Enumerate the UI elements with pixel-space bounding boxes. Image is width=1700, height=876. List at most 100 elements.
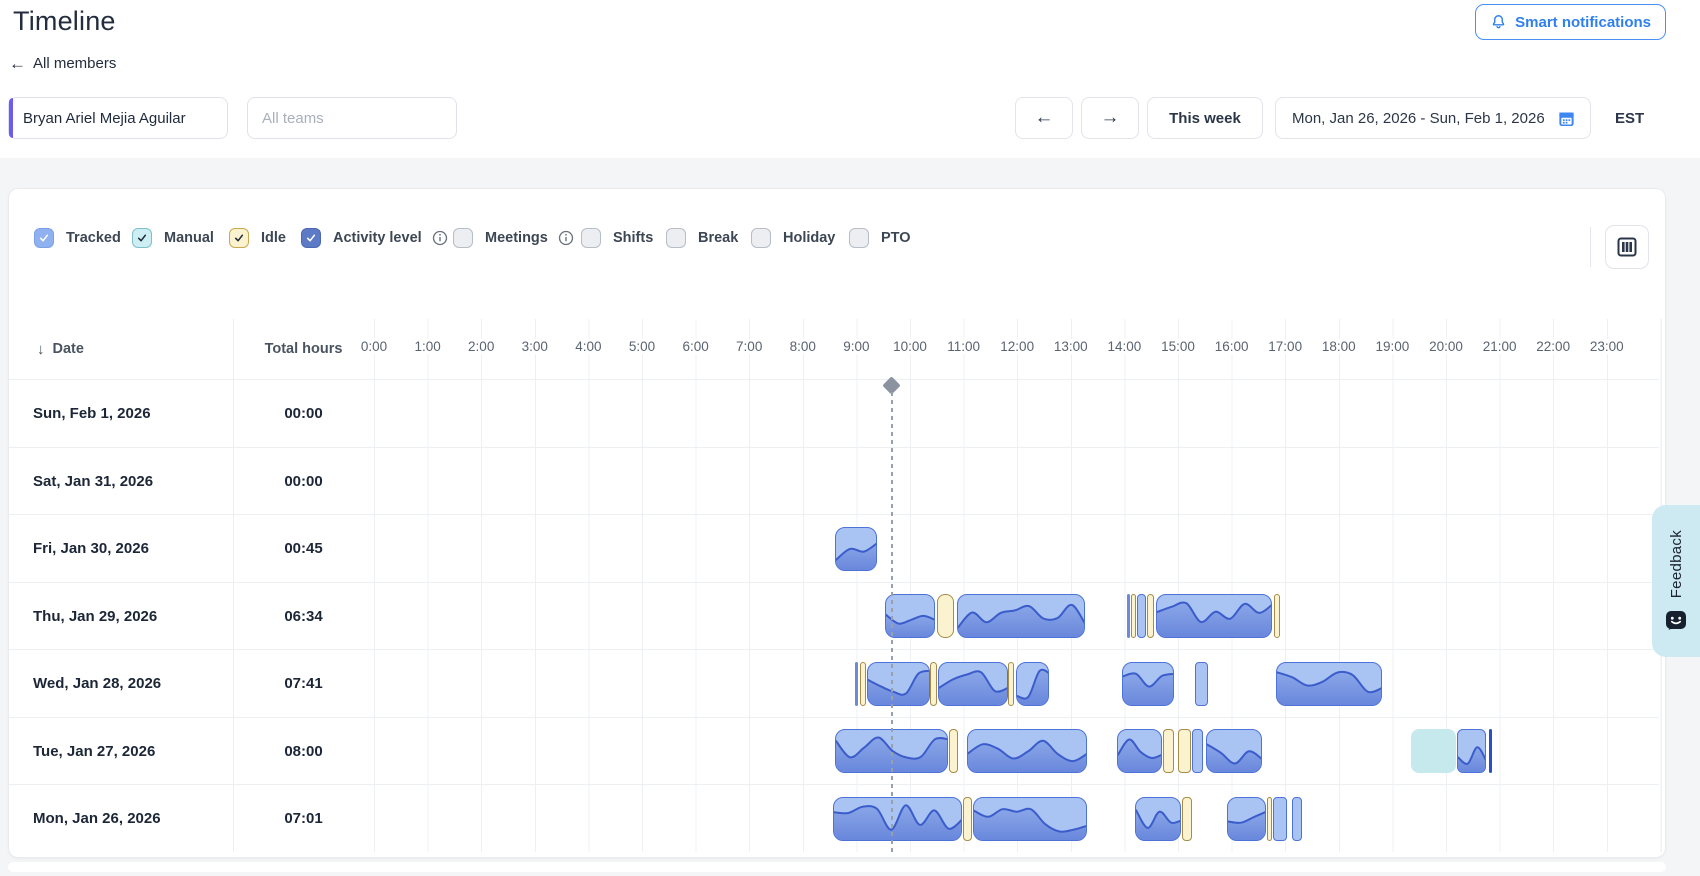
tracked-tick — [1488, 729, 1493, 774]
back-to-all-members-link[interactable]: ← All members — [9, 55, 116, 72]
idle-segment[interactable] — [963, 796, 972, 841]
idle-segment[interactable] — [1267, 796, 1273, 841]
horizontal-scrollbar[interactable] — [8, 862, 1666, 872]
row-date: Thu, Jan 29, 2026 — [33, 607, 158, 625]
tracked-segment[interactable] — [1456, 729, 1486, 774]
feedback-tab[interactable]: Feedback — [1652, 505, 1700, 657]
idle-segment[interactable] — [936, 594, 955, 639]
time-label: 16:00 — [1210, 339, 1253, 354]
tracked-segment[interactable] — [1191, 729, 1203, 774]
smart-notifications-button[interactable]: Smart notifications — [1475, 4, 1666, 40]
legend-checkbox-manual[interactable]: Manual — [132, 228, 214, 248]
smart-notifications-label: Smart notifications — [1515, 13, 1651, 31]
row-timeline — [374, 785, 1661, 853]
row-total-hours: 06:34 — [284, 607, 323, 625]
tracked-segment[interactable] — [1276, 661, 1382, 706]
legend-checkbox-meetings[interactable]: Meetings — [453, 228, 574, 248]
tracked-segment[interactable] — [1195, 661, 1209, 706]
idle-segment[interactable] — [1008, 661, 1015, 706]
date-range-text: Mon, Jan 26, 2026 - Sun, Feb 1, 2026 — [1292, 109, 1545, 127]
legend-label: Meetings — [485, 230, 548, 246]
legend-checkbox-break[interactable]: Break — [666, 228, 738, 248]
tracked-segment[interactable] — [1015, 661, 1050, 706]
row-total-hours: 00:00 — [284, 405, 323, 423]
column-settings-button[interactable] — [1605, 225, 1649, 269]
tracked-segment[interactable] — [966, 729, 1087, 774]
idle-segment[interactable] — [1273, 594, 1280, 639]
tracked-segment[interactable] — [833, 796, 962, 841]
row-total-hours: 07:01 — [284, 810, 323, 828]
legend-checkbox-activity-level[interactable]: Activity level — [301, 228, 448, 248]
idle-segment[interactable] — [1131, 594, 1137, 639]
legend-label: Tracked — [66, 230, 121, 246]
row-timeline — [374, 380, 1661, 448]
row-timeline — [374, 515, 1661, 583]
tracked-segment[interactable] — [855, 661, 859, 706]
time-label: 1:00 — [410, 339, 445, 354]
time-label: 6:00 — [678, 339, 713, 354]
row-date: Sat, Jan 31, 2026 — [33, 472, 154, 490]
tracked-segment[interactable] — [972, 796, 1087, 841]
legend-label: PTO — [881, 230, 911, 246]
legend-label: Manual — [164, 230, 214, 246]
timezone-label: EST — [1615, 109, 1645, 127]
tracked-segment[interactable] — [867, 661, 930, 706]
tracked-segment[interactable] — [956, 594, 1085, 639]
legend-checkbox-idle[interactable]: Idle — [229, 228, 286, 248]
checked-checkbox — [229, 228, 249, 248]
teams-filter[interactable] — [247, 97, 457, 139]
date-column-header[interactable]: ↓ Date — [37, 319, 84, 379]
idle-segment[interactable] — [1147, 594, 1155, 639]
arrow-left-icon: ← — [1034, 107, 1054, 128]
time-label: 12:00 — [996, 339, 1039, 354]
feedback-smiley-icon — [1665, 610, 1687, 632]
tracked-segment[interactable] — [835, 526, 878, 571]
tracked-segment[interactable] — [1206, 729, 1263, 774]
row-date: Tue, Jan 27, 2026 — [33, 742, 156, 760]
member-filter[interactable] — [8, 97, 228, 139]
time-label: 19:00 — [1371, 339, 1414, 354]
tracked-segment[interactable] — [1227, 796, 1267, 841]
idle-segment[interactable] — [859, 661, 866, 706]
legend-checkbox-holiday[interactable]: Holiday — [751, 228, 835, 248]
feedback-label: Feedback — [1667, 529, 1685, 599]
previous-week-button[interactable]: ← — [1015, 97, 1073, 139]
idle-segment[interactable] — [1163, 729, 1175, 774]
teams-filter-input[interactable] — [262, 109, 442, 127]
legend-checkbox-tracked[interactable]: Tracked — [34, 228, 121, 248]
legend-label: Shifts — [613, 230, 654, 246]
time-label: 2:00 — [464, 339, 499, 354]
member-accent-bar — [9, 98, 13, 138]
time-label: 7:00 — [732, 339, 767, 354]
date-range-picker[interactable]: Mon, Jan 26, 2026 - Sun, Feb 1, 2026 — [1275, 97, 1591, 139]
member-filter-input[interactable] — [23, 109, 213, 127]
timeline-row: Thu, Jan 29, 2026 06:34 — [9, 581, 1659, 651]
legend-checkbox-shifts[interactable]: Shifts — [581, 228, 653, 248]
tracked-segment[interactable] — [937, 661, 1008, 706]
next-week-button[interactable]: → — [1081, 97, 1139, 139]
idle-segment[interactable] — [1177, 729, 1192, 774]
table-header: ↓ Date Total hours 0:00 1:00 2:00 3:00 4:00 5… — [9, 319, 1665, 379]
time-label: 14:00 — [1103, 339, 1146, 354]
toolbar-divider — [1590, 227, 1591, 267]
idle-segment[interactable] — [948, 729, 959, 774]
tracked-segment[interactable] — [1155, 594, 1273, 639]
idle-segment[interactable] — [930, 661, 937, 706]
tracked-segment[interactable] — [1292, 796, 1303, 841]
time-label: 4:00 — [571, 339, 606, 354]
legend-row: Tracked Manual Idle Activity level Meetings S… — [9, 189, 1665, 289]
idle-segment[interactable] — [1181, 796, 1193, 841]
time-label: 23:00 — [1585, 339, 1628, 354]
time-label: 18:00 — [1317, 339, 1360, 354]
tracked-segment[interactable] — [1137, 594, 1147, 639]
this-week-button[interactable]: This week — [1147, 97, 1263, 139]
tracked-segment[interactable] — [1126, 594, 1131, 639]
tracked-segment[interactable] — [1273, 796, 1288, 841]
row-date: Mon, Jan 26, 2026 — [33, 810, 161, 828]
tracked-segment[interactable] — [1117, 729, 1163, 774]
columns-icon — [1617, 237, 1637, 257]
legend-checkbox-pto[interactable]: PTO — [849, 228, 911, 248]
tracked-segment[interactable] — [1121, 661, 1174, 706]
tracked-segment[interactable] — [1134, 796, 1182, 841]
manual-segment[interactable] — [1411, 729, 1456, 774]
